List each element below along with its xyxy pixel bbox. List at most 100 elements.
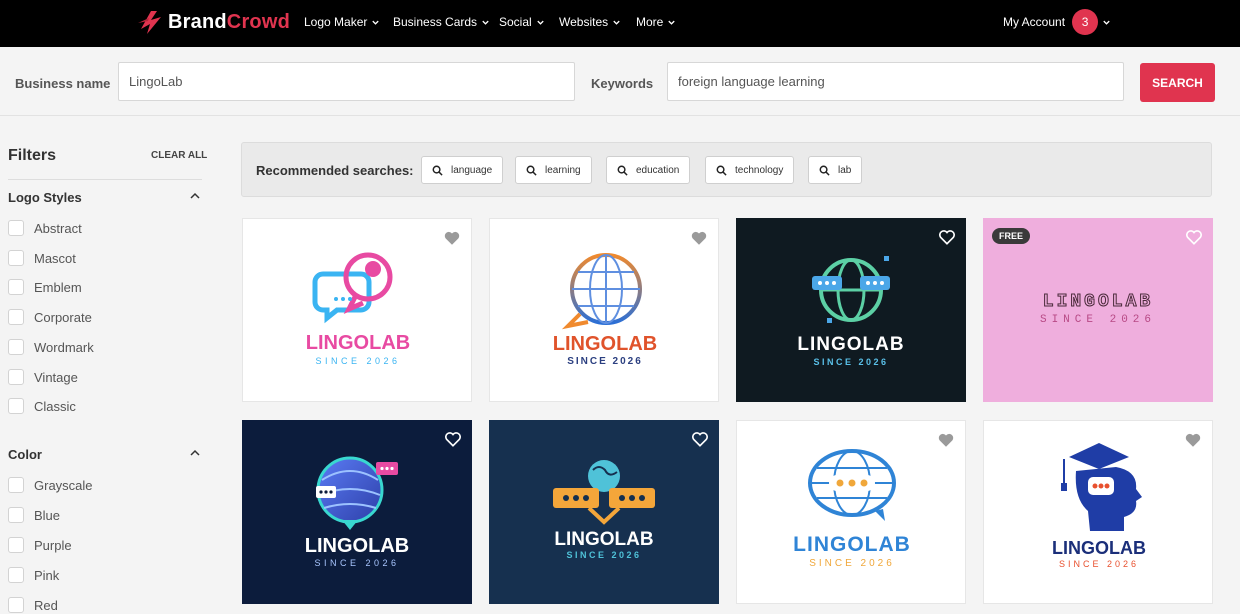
heart-icon[interactable] [443, 229, 461, 247]
chevron-down-icon [372, 20, 380, 25]
nav-business-cards[interactable]: Business Cards [393, 15, 490, 29]
checkbox[interactable] [8, 339, 24, 355]
nav-more[interactable]: More [636, 15, 676, 29]
filter-option-mascot[interactable]: Mascot [8, 250, 76, 266]
notification-badge: 3 [1072, 9, 1099, 35]
chevron-up-icon[interactable] [189, 447, 201, 459]
chip-label: language [451, 164, 493, 176]
filter-option-purple[interactable]: Purple [8, 537, 72, 553]
business-name-label: Business name [15, 76, 111, 91]
filter-option-emblem[interactable]: Emblem [8, 279, 82, 295]
option-label: Corporate [34, 309, 92, 325]
filter-option-corporate[interactable]: Corporate [8, 309, 92, 325]
checkbox[interactable] [8, 477, 24, 493]
heart-icon[interactable] [1184, 431, 1202, 449]
chip-label: technology [735, 164, 784, 176]
logo-card[interactable]: LINGOLAB SINCE 2026 [242, 420, 472, 604]
brand-name: BrandCrowd [168, 10, 291, 33]
heart-icon[interactable] [691, 430, 709, 448]
recommended-chip-technology[interactable]: technology [705, 156, 795, 184]
option-label: Emblem [34, 279, 82, 295]
keywords-label: Keywords [591, 76, 654, 91]
checkbox[interactable] [8, 279, 24, 295]
checkbox[interactable] [8, 309, 24, 325]
logo-card[interactable]: LINGOLAB SINCE 2026 [242, 218, 472, 402]
chevron-down-icon [613, 20, 620, 25]
clear-all-button[interactable]: CLEAR ALL [151, 150, 207, 161]
filters-sidebar: Filters CLEAR ALL Logo Styles Abstract M… [0, 117, 210, 614]
filter-option-red[interactable]: Red [8, 597, 58, 613]
logo-card[interactable]: LINGOLAB SINCE 2026 [489, 218, 719, 402]
nav-websites[interactable]: Websites [559, 15, 621, 29]
heart-icon[interactable] [444, 430, 462, 448]
recommended-chip-lab[interactable]: lab [808, 156, 863, 184]
option-label: Classic [34, 398, 76, 414]
filter-option-pink[interactable]: Pink [8, 567, 59, 583]
business-name-input[interactable] [118, 62, 575, 101]
recommended-chip-education[interactable]: education [606, 156, 691, 184]
chevron-down-icon [482, 20, 489, 25]
logo-tagline: SINCE 2026 [315, 356, 401, 366]
checkbox[interactable] [8, 250, 24, 266]
logo-wordmark: LINGOLAB [304, 535, 410, 557]
graduate-head-logo [1061, 443, 1142, 531]
filter-option-abstract[interactable]: Abstract [8, 220, 82, 236]
heart-icon[interactable] [938, 228, 956, 246]
option-label: Abstract [34, 220, 82, 236]
account-label: My Account [1003, 15, 1066, 29]
search-icon [526, 165, 537, 176]
search-icon [432, 165, 443, 176]
nav-label: Logo Maker [304, 15, 368, 29]
logo-tagline: SINCE 2026 [809, 558, 895, 569]
brand-bolt-icon [138, 11, 161, 34]
logo-tagline: SINCE 2026 [1058, 559, 1140, 569]
logo-card[interactable]: LINGOLAB SINCE 2026 [489, 420, 719, 604]
top-navigation: BrandCrowd Logo Maker Business Cards Soc… [0, 0, 1240, 47]
color-heading[interactable]: Color [8, 447, 42, 462]
option-label: Wordmark [34, 339, 94, 355]
recommended-chip-learning[interactable]: learning [515, 156, 592, 184]
recommended-chip-language[interactable]: language [421, 156, 504, 184]
recommended-label: Recommended searches: [256, 163, 414, 178]
logo-card[interactable]: LINGOLAB SINCE 2026 [983, 420, 1213, 604]
chip-label: lab [838, 164, 852, 176]
option-label: Grayscale [34, 477, 93, 493]
logo-tagline: SINCE 2026 [314, 558, 400, 568]
filter-option-grayscale[interactable]: Grayscale [8, 477, 93, 493]
nav-label: Business Cards [393, 15, 478, 29]
filter-option-vintage[interactable]: Vintage [8, 369, 78, 385]
filter-option-blue[interactable]: Blue [8, 507, 60, 523]
brand-logo[interactable]: BrandCrowd [137, 9, 290, 35]
logo-card[interactable]: FREE LINGOLAB SINCE 2026 [983, 218, 1213, 402]
chevron-up-icon[interactable] [189, 190, 201, 202]
heart-icon[interactable] [937, 431, 955, 449]
checkbox[interactable] [8, 220, 24, 236]
keywords-input[interactable] [667, 62, 1124, 101]
search-icon [819, 165, 830, 176]
filter-option-wordmark[interactable]: Wordmark [8, 339, 94, 355]
heart-icon[interactable] [690, 229, 708, 247]
nav-social[interactable]: Social [499, 15, 545, 29]
nav-logo-maker[interactable]: Logo Maker [304, 15, 380, 29]
checkbox[interactable] [8, 567, 24, 583]
logo-card[interactable]: LINGOLAB SINCE 2026 [736, 218, 966, 402]
checkbox[interactable] [8, 597, 24, 613]
nav-label: More [636, 15, 664, 29]
filter-option-classic[interactable]: Classic [8, 398, 76, 414]
logo-wordmark: LINGOLAB [305, 332, 411, 354]
search-button[interactable]: SEARCH [1140, 63, 1215, 102]
globe-speech-logo [316, 456, 398, 530]
logo-styles-heading[interactable]: Logo Styles [8, 190, 82, 205]
checkbox[interactable] [8, 507, 24, 523]
option-label: Pink [34, 567, 60, 583]
wireframe-globe-logo [561, 253, 642, 330]
option-label: Vintage [34, 369, 78, 385]
checkbox[interactable] [8, 398, 24, 414]
logo-wordmark: LINGOLAB [552, 333, 658, 355]
checkbox[interactable] [8, 369, 24, 385]
option-label: Blue [34, 507, 61, 523]
my-account-menu[interactable]: My Account 3 [1003, 9, 1111, 35]
logo-card[interactable]: LINGOLAB SINCE 2026 [736, 420, 966, 604]
checkbox[interactable] [8, 537, 24, 553]
heart-icon[interactable] [1185, 228, 1203, 246]
